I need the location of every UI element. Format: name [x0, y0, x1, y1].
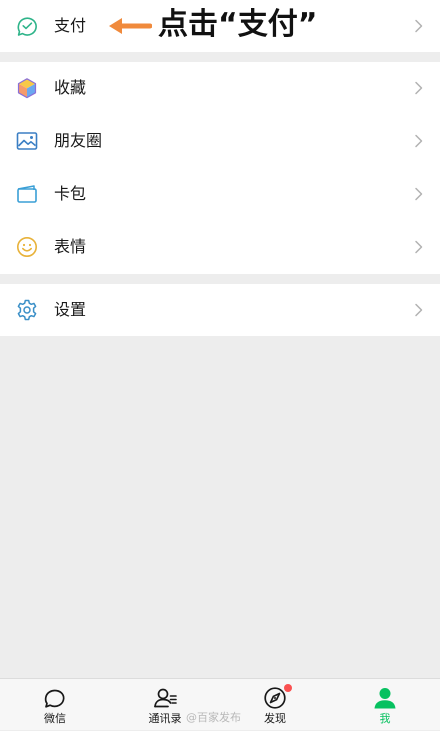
chevron-right-icon [415, 187, 423, 201]
menu-item-cards[interactable]: 卡包 [0, 168, 440, 220]
moments-icon [16, 132, 38, 150]
menu-item-stickers[interactable]: 表情 [0, 221, 440, 273]
favorites-icon [17, 78, 37, 99]
menu-item-label: 朋友圈 [54, 131, 103, 150]
me-page: 支付 点击“支付” 收藏 朋友圈 卡包 表情 设置 微信 通讯录 发现 我 @百… [0, 0, 440, 730]
menu-item-settings[interactable]: 设置 [0, 284, 440, 336]
settings-icon [17, 299, 37, 321]
chevron-right-icon [415, 240, 423, 254]
tab-label: 微信 [44, 712, 66, 725]
left-arrow-icon [109, 18, 152, 34]
menu-item-label: 支付 [54, 16, 87, 35]
chevron-right-icon [415, 81, 423, 95]
sticker-icon [17, 237, 37, 257]
menu-item-label: 设置 [54, 300, 87, 319]
menu-item-label: 收藏 [54, 78, 87, 97]
menu-item-label: 卡包 [54, 184, 87, 203]
features-group: 收藏 朋友圈 卡包 表情 [0, 62, 440, 274]
pay-icon [17, 17, 37, 36]
chevron-right-icon [415, 19, 423, 33]
tab-label: 我 [379, 712, 391, 725]
contacts-icon [154, 688, 177, 708]
me-icon [374, 688, 396, 709]
tab-me[interactable]: 我 [330, 679, 440, 731]
watermark-text: @百家发布 [186, 711, 241, 724]
menu-item-moments[interactable]: 朋友圈 [0, 115, 440, 167]
annotation-text: 点击“支付” [158, 7, 318, 42]
menu-item-favorites[interactable]: 收藏 [0, 62, 440, 114]
chevron-right-icon [415, 303, 423, 317]
chat-icon [44, 689, 65, 708]
tab-chats[interactable]: 微信 [0, 679, 110, 731]
menu-item-label: 表情 [54, 237, 87, 256]
settings-group: 设置 [0, 284, 440, 336]
notification-badge [284, 684, 292, 692]
chevron-right-icon [415, 134, 423, 148]
card-wallet-icon [17, 185, 37, 203]
